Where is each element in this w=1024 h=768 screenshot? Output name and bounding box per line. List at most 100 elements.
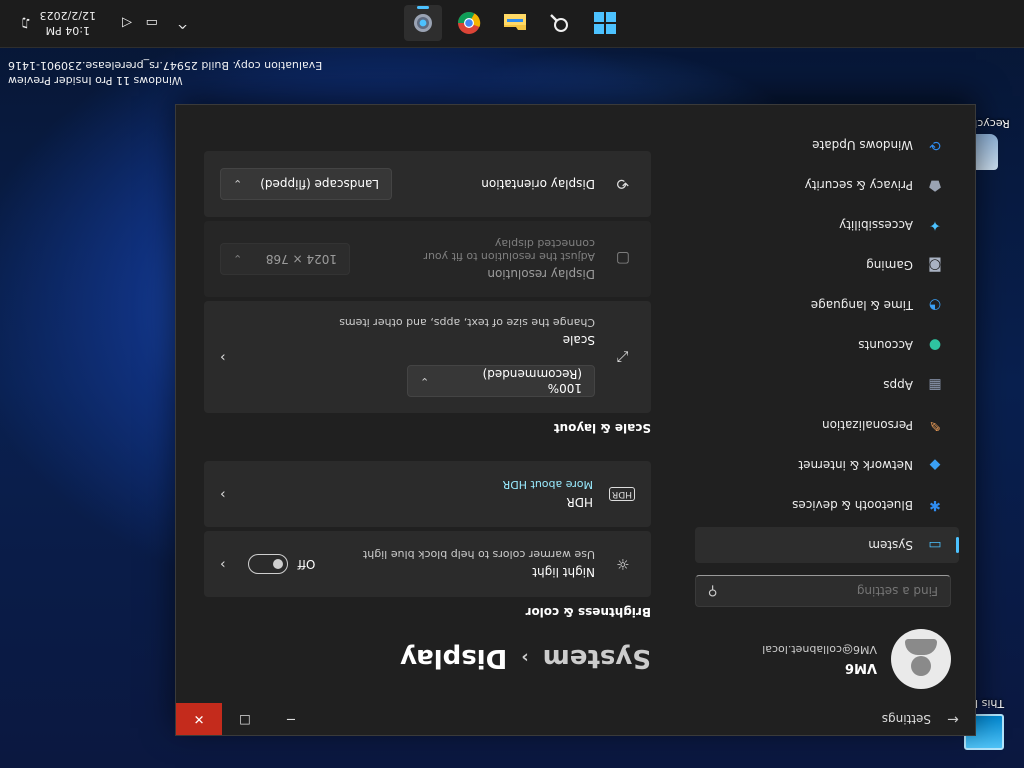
display-orientation-card[interactable]: ⟲ Display orientation Landscape (flipped… [204, 151, 651, 217]
resolution-value: 1024 × 768 [265, 252, 337, 266]
search-icon: ⚲ [708, 583, 718, 599]
user-name: VM6 [844, 660, 877, 675]
night-light-title: Night light [532, 565, 595, 580]
night-light-icon: ☼ [616, 555, 630, 573]
tray-overflow-chevron[interactable]: ^ [177, 0, 188, 47]
back-arrow-icon[interactable]: ← [931, 711, 975, 727]
search-input[interactable] [717, 584, 938, 598]
privacy-shield-icon: ⬟ [928, 177, 942, 193]
sidebar-item-system[interactable]: ▭ System [695, 527, 959, 563]
night-light-subtitle: Use warmer colors to help block blue lig… [362, 548, 595, 562]
watermark-line-1: Windows 11 Pro Insider Preview [8, 74, 183, 87]
sidebar-item-label: Network & internet [798, 458, 913, 472]
tray-volume[interactable]: ◁ [122, 0, 132, 47]
sidebar-item-label: System [868, 538, 913, 552]
title-bar[interactable]: ← Settings ─ ☐ ✕ [176, 703, 975, 735]
clock-time: 1:04 PM [45, 24, 90, 37]
sidebar-item-privacy-security[interactable]: ⬟ Privacy & security [695, 167, 959, 203]
sidebar: VM6 VM6@collabnet.local ⚲ ▭ System ✱ Blueto… [679, 105, 975, 703]
sidebar-item-label: Apps [883, 378, 913, 392]
watermark-line-2: Evaluation copy. Build 25947.rs_prerelea… [8, 59, 323, 72]
sidebar-item-apps[interactable]: ▦ Apps [695, 367, 959, 403]
sidebar-item-label: Bluetooth & devices [792, 498, 913, 512]
taskbar-chrome-button[interactable] [450, 5, 488, 41]
hdr-title: HDR [566, 495, 594, 510]
accounts-icon: ● [928, 337, 942, 353]
scale-dropdown[interactable]: 100% (Recommended) ⌄ [407, 365, 595, 398]
sidebar-item-label: Privacy & security [804, 178, 913, 192]
avatar [891, 629, 951, 689]
taskbar-file-explorer-button[interactable] [496, 5, 534, 41]
windows-start-icon [594, 12, 616, 34]
resolution-subtitle: Adjust the resolution to fit your connec… [423, 237, 595, 263]
more-about-hdr-link[interactable]: More about HDR [248, 479, 593, 492]
window-title: Settings [881, 712, 931, 726]
scale-card[interactable]: ⤢ 100% (Recommended) ⌄ Scale Change the … [204, 301, 651, 413]
tray-notifications[interactable]: ♫ [20, 0, 32, 47]
chrome-icon [458, 12, 481, 34]
maximize-button[interactable]: ☐ [222, 703, 268, 735]
scale-icon: ⤢ [617, 348, 630, 366]
tray-network[interactable]: ▭ [146, 0, 158, 47]
display-resolution-card[interactable]: ▢ Display resolution Adjust the resoluti… [204, 221, 651, 297]
orientation-title: Display orientation [481, 177, 595, 191]
resolution-dropdown[interactable]: 1024 × 768 ⌄ [220, 243, 350, 275]
taskbar-start-button[interactable] [586, 5, 624, 41]
volume-icon: ◁ [122, 15, 132, 31]
taskbar-search-button[interactable] [540, 5, 578, 41]
nav-list: ▭ System ✱ Bluetooth & devices ◆ Network & in… [679, 127, 975, 563]
sidebar-item-label: Personalization [822, 418, 913, 432]
minimize-icon: ─ [287, 711, 295, 727]
close-button[interactable]: ✕ [176, 703, 222, 735]
file-explorer-icon [504, 14, 526, 30]
notification-bell-icon: ♫ [20, 15, 32, 31]
search-box[interactable]: ⚲ [695, 575, 951, 607]
sidebar-item-bluetooth-devices[interactable]: ✱ Bluetooth & devices [695, 487, 959, 523]
windows-update-icon: ⟳ [929, 137, 941, 153]
taskbar-settings-button[interactable] [404, 5, 442, 41]
chevron-right-icon[interactable]: › [220, 556, 226, 572]
night-light-card[interactable]: ☼ Night light Use warmer colors to help … [204, 531, 651, 597]
display-settings-page: System › Display Brightness & color ☼ Ni… [176, 105, 679, 703]
breadcrumb-system[interactable]: System [543, 643, 651, 673]
sidebar-item-label: Accounts [858, 338, 913, 352]
network-icon: ◆ [929, 457, 941, 473]
sidebar-item-label: Accessibility [839, 218, 913, 232]
gaming-icon: ◙ [928, 257, 942, 273]
sidebar-item-label: Gaming [866, 258, 913, 272]
sidebar-item-gaming[interactable]: ◙ Gaming [695, 247, 959, 283]
evaluation-watermark: Windows 11 Pro Insider Preview Evaluatio… [8, 58, 322, 88]
night-light-toggle[interactable] [247, 554, 288, 574]
chevron-down-icon: ⌄ [233, 252, 243, 266]
resolution-title: Display resolution [487, 267, 595, 281]
sidebar-item-personalization[interactable]: ✎ Personalization [695, 407, 959, 443]
scale-layout-heading: Scale & layout [553, 421, 651, 435]
sidebar-item-time-language[interactable]: ◔ Time & language [695, 287, 959, 323]
tray-clock[interactable]: 1:04 PM 12/2/2023 [40, 0, 96, 47]
bluetooth-icon: ✱ [929, 497, 941, 513]
sidebar-item-windows-update[interactable]: ⟳ Windows Update [695, 127, 959, 163]
orientation-dropdown[interactable]: Landscape (flipped) ⌄ [220, 168, 392, 200]
user-profile[interactable]: VM6 VM6@collabnet.local [679, 615, 975, 703]
chevron-right-icon[interactable]: › [220, 349, 226, 365]
personalization-icon: ✎ [929, 417, 941, 433]
sidebar-item-label: Time & language [810, 298, 913, 312]
sidebar-item-accessibility[interactable]: ✦ Accessibility [695, 207, 959, 243]
chevron-up-icon: ^ [177, 15, 188, 31]
orientation-value: Landscape (flipped) [260, 177, 379, 191]
search-icon [550, 14, 568, 32]
hdr-card[interactable]: HDR HDR More about HDR › [204, 461, 651, 527]
accessibility-icon: ✦ [929, 217, 941, 233]
orientation-icon: ⟲ [616, 175, 630, 193]
clock-date: 12/2/2023 [39, 9, 96, 22]
chevron-down-icon: ⌄ [420, 375, 430, 388]
maximize-icon: ☐ [239, 711, 251, 727]
chevron-right-icon[interactable]: › [220, 486, 226, 502]
sidebar-item-accounts[interactable]: ● Accounts [695, 327, 959, 363]
minimize-button[interactable]: ─ [268, 703, 314, 735]
brightness-color-heading: Brightness & color [525, 605, 651, 619]
sidebar-item-label: Windows Update [812, 138, 913, 152]
taskbar: ^ ▭ ◁ 1:04 PM 12/2/2023 ♫ [0, 0, 1024, 48]
sidebar-item-network-internet[interactable]: ◆ Network & internet [695, 447, 959, 483]
breadcrumb: System › Display [204, 643, 651, 673]
